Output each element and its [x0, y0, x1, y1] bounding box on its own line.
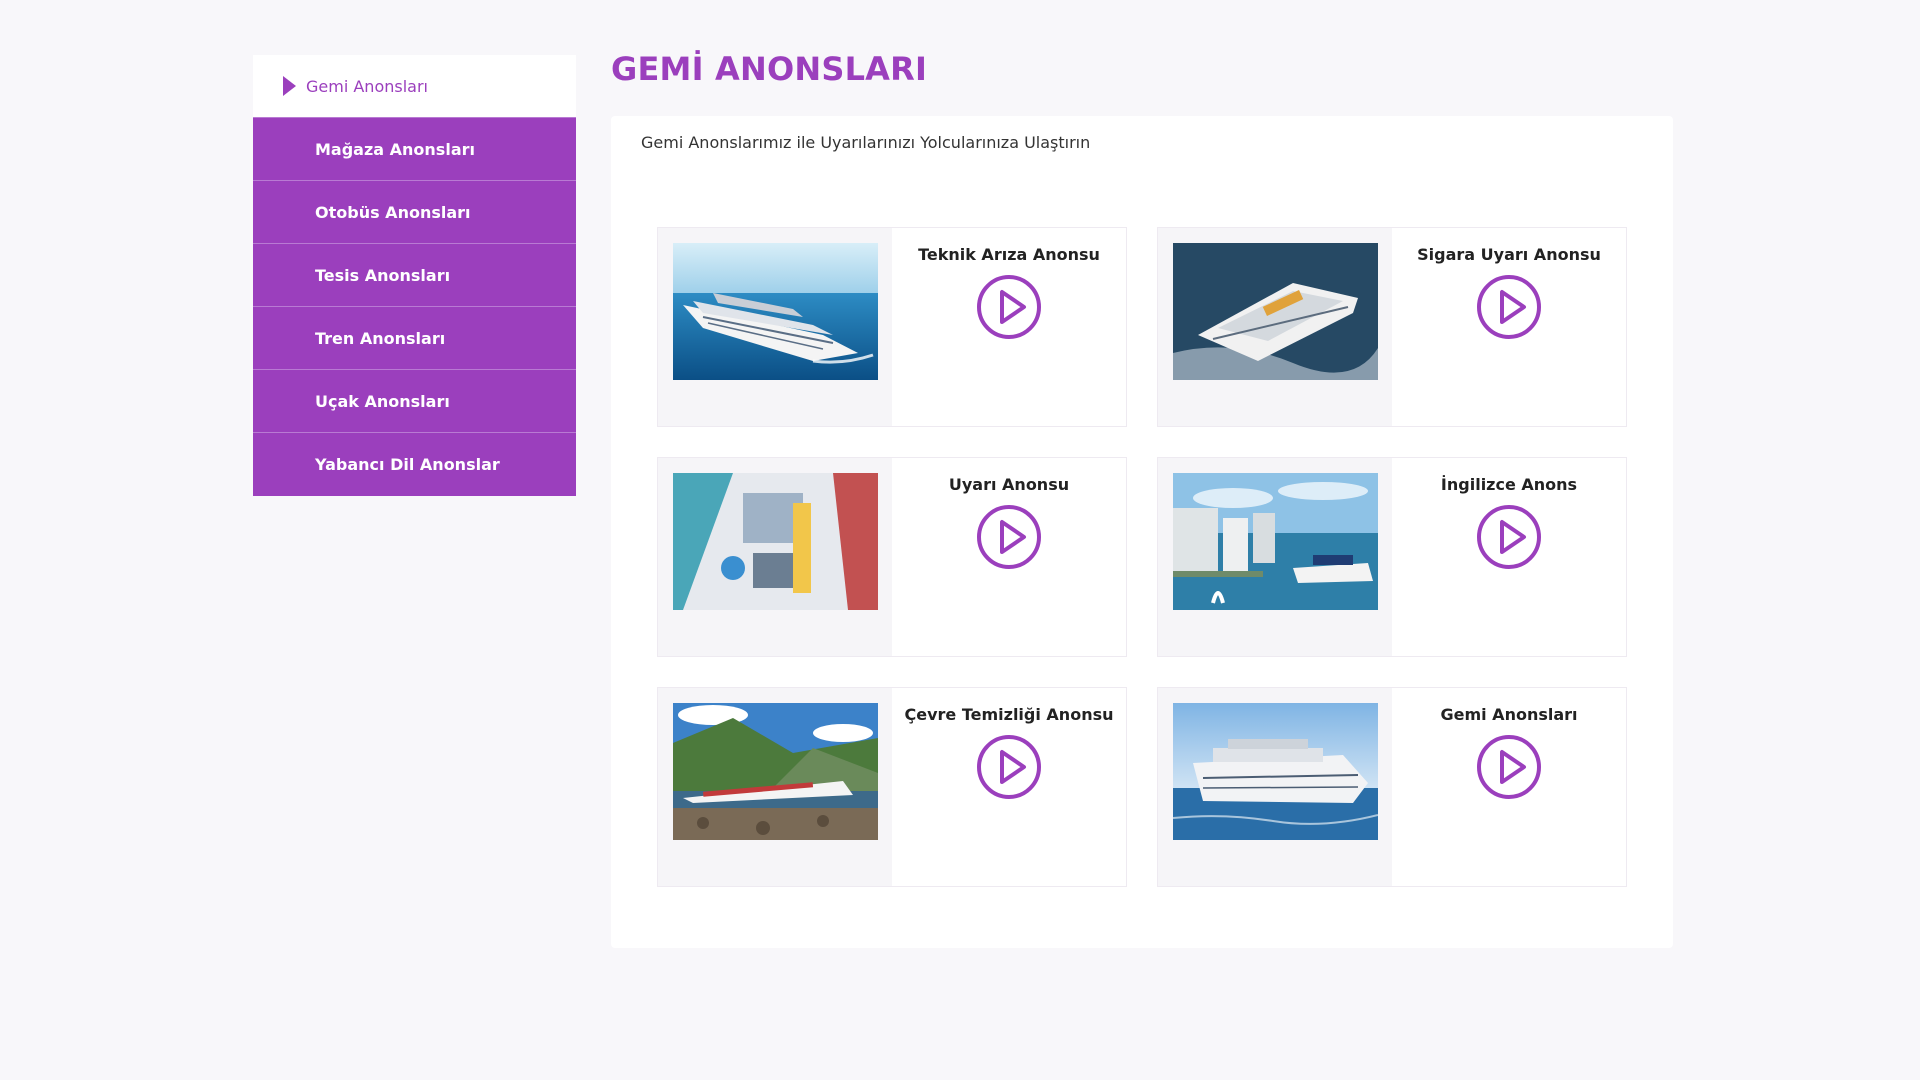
card-body: Gemi Anonsları	[1392, 688, 1626, 886]
play-icon	[1477, 735, 1541, 799]
card-body: Çevre Temizliği Anonsu	[892, 688, 1126, 886]
sidebar-item-label: Gemi Anonsları	[306, 76, 428, 96]
announcement-card: Sigara Uyarı Anonsu	[1157, 227, 1627, 427]
play-button[interactable]	[976, 734, 1042, 804]
content-panel: Gemi Anonslarımız ile Uyarılarınızı Yolc…	[611, 116, 1673, 948]
play-button[interactable]	[976, 274, 1042, 344]
announcement-card: Gemi Anonsları	[1157, 687, 1627, 887]
caret-right-icon	[283, 76, 296, 96]
page: Gemi Anonsları Mağaza Anonsları Otobüs A…	[0, 0, 1920, 1080]
card-media	[1158, 458, 1392, 656]
card-title: Sigara Uyarı Anonsu	[1417, 245, 1601, 264]
card-title: Çevre Temizliği Anonsu	[904, 705, 1114, 724]
sidebar-item-label: Uçak Anonsları	[315, 391, 450, 411]
sidebar-item-ucak-anonslari[interactable]: Uçak Anonsları	[253, 370, 576, 433]
sidebar-item-label: Otobüs Anonsları	[315, 202, 471, 222]
announcement-card: İngilizce Anons	[1157, 457, 1627, 657]
card-title: Uyarı Anonsu	[948, 475, 1070, 494]
sidebar-item-tesis-anonslari[interactable]: Tesis Anonsları	[253, 244, 576, 307]
sidebar-item-label: Tren Anonsları	[315, 328, 446, 348]
sidebar-item-magaza-anonslari[interactable]: Mağaza Anonsları	[253, 118, 576, 181]
sidebar-item-yabanci-dil-anonslar[interactable]: Yabancı Dil Anonslar	[253, 433, 576, 496]
play-button[interactable]	[1476, 734, 1542, 804]
play-icon	[1477, 275, 1541, 339]
card-title: Teknik Arıza Anonsu	[918, 245, 1100, 264]
sidebar-item-label: Tesis Anonsları	[315, 265, 451, 285]
play-icon	[977, 735, 1041, 799]
cruise-ship-image	[1173, 473, 1378, 610]
announcement-card: Teknik Arıza Anonsu	[657, 227, 1127, 427]
card-body: Teknik Arıza Anonsu	[892, 228, 1126, 426]
play-icon	[977, 505, 1041, 569]
play-button[interactable]	[1476, 274, 1542, 344]
card-media	[658, 688, 892, 886]
sidebar-nav: Gemi Anonsları Mağaza Anonsları Otobüs A…	[253, 55, 576, 496]
card-title: Gemi Anonsları	[1440, 705, 1578, 724]
card-body: Sigara Uyarı Anonsu	[1392, 228, 1626, 426]
sidebar-item-label: Yabancı Dil Anonslar	[315, 455, 500, 474]
play-button[interactable]	[1476, 504, 1542, 574]
announcement-card: Çevre Temizliği Anonsu	[657, 687, 1127, 887]
sidebar-item-gemi-anonslari[interactable]: Gemi Anonsları	[253, 55, 576, 118]
announcement-grid: Teknik Arıza Anonsu Sigara Uyarı Anonsu …	[657, 227, 1627, 887]
cruise-ship-image	[673, 473, 878, 610]
card-media	[658, 458, 892, 656]
card-media	[1158, 228, 1392, 426]
cruise-ship-image	[673, 703, 878, 840]
play-icon	[1477, 505, 1541, 569]
play-button[interactable]	[976, 504, 1042, 574]
card-title: İngilizce Anons	[1440, 475, 1578, 494]
page-title: GEMİ ANONSLARI	[611, 50, 928, 88]
card-media	[1158, 688, 1392, 886]
panel-subtitle: Gemi Anonslarımız ile Uyarılarınızı Yolc…	[641, 133, 1091, 152]
announcement-card: Uyarı Anonsu	[657, 457, 1127, 657]
sidebar-item-tren-anonslari[interactable]: Tren Anonsları	[253, 307, 576, 370]
card-body: Uyarı Anonsu	[892, 458, 1126, 656]
sidebar-item-otobus-anonslari[interactable]: Otobüs Anonsları	[253, 181, 576, 244]
sidebar-item-label: Mağaza Anonsları	[315, 139, 475, 159]
cruise-ship-image	[673, 243, 878, 380]
card-body: İngilizce Anons	[1392, 458, 1626, 656]
cruise-ship-image	[1173, 703, 1378, 840]
play-icon	[977, 275, 1041, 339]
cruise-ship-image	[1173, 243, 1378, 380]
card-media	[658, 228, 892, 426]
